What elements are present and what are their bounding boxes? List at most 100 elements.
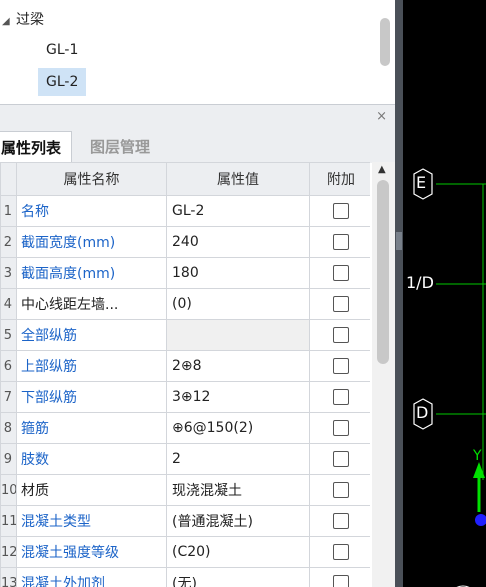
property-value[interactable]: 2⊕8 (166, 350, 310, 382)
property-name: 截面高度(mm) (16, 257, 167, 289)
extra-cell (309, 443, 370, 475)
extra-cell (309, 412, 370, 444)
row-index: 2 (0, 226, 17, 258)
property-row[interactable]: 1 名称 GL-2 (0, 195, 370, 227)
extra-checkbox[interactable] (333, 513, 349, 529)
property-row[interactable]: 8 箍筋 ⊕6@150(2) (0, 412, 370, 444)
tree-node-parent[interactable]: ◢ 过梁 (2, 6, 44, 34)
close-panel-icon[interactable]: × (376, 109, 387, 124)
collapse-triangle-icon[interactable]: ◢ (2, 8, 16, 36)
extra-checkbox[interactable] (333, 265, 349, 281)
ucs-origin-icon (475, 514, 486, 526)
row-index: 9 (0, 443, 17, 475)
property-row[interactable]: 2 截面宽度(mm) 240 (0, 226, 370, 258)
extra-cell (309, 226, 370, 258)
property-value[interactable] (166, 319, 310, 351)
header-property-value: 属性值 (166, 162, 310, 196)
property-name: 下部纵筋 (16, 381, 167, 413)
property-row[interactable]: 13 混凝土外加剂 (无) (0, 567, 370, 587)
extra-checkbox[interactable] (333, 451, 349, 467)
property-name: 箍筋 (16, 412, 167, 444)
extra-cell (309, 257, 370, 289)
property-name: 混凝土外加剂 (16, 567, 167, 587)
property-row[interactable]: 6 上部纵筋 2⊕8 (0, 350, 370, 382)
extra-cell (309, 319, 370, 351)
ucs-y-label: Y (473, 448, 482, 464)
extra-checkbox[interactable] (333, 203, 349, 219)
panel-splitter[interactable] (395, 0, 403, 587)
extra-checkbox[interactable] (333, 482, 349, 498)
row-index: 12 (0, 536, 17, 568)
row-index: 13 (0, 567, 17, 587)
splitter-grip-icon[interactable] (396, 232, 402, 250)
property-row[interactable]: 10 材质 现浇混凝土 (0, 474, 370, 506)
property-row[interactable]: 12 混凝土强度等级 (C20) (0, 536, 370, 568)
property-value[interactable]: 240 (166, 226, 310, 258)
property-row[interactable]: 5 全部纵筋 (0, 319, 370, 351)
property-name: 材质 (16, 474, 167, 506)
scroll-up-arrow-icon[interactable]: ▲ (378, 164, 386, 175)
property-row[interactable]: 3 截面高度(mm) 180 (0, 257, 370, 289)
axis-grid-drawing (413, 168, 486, 587)
tab-layer-management[interactable]: 图层管理 (80, 131, 160, 163)
row-index: 4 (0, 288, 17, 320)
tree-scrollbar-thumb[interactable] (380, 18, 390, 66)
extra-checkbox[interactable] (333, 544, 349, 560)
property-value[interactable]: 180 (166, 257, 310, 289)
axis-label-1d: 1/D (406, 273, 434, 292)
property-header-row: 属性名称 属性值 附加 (0, 162, 370, 196)
extra-cell (309, 474, 370, 506)
property-name: 中心线距左墙... (16, 288, 167, 320)
property-name: 混凝土强度等级 (16, 536, 167, 568)
property-row[interactable]: 11 混凝土类型 (普通混凝土) (0, 505, 370, 537)
component-tree: ◢ 过梁 GL-1 GL-2 (0, 0, 395, 104)
row-index: 6 (0, 350, 17, 382)
property-name: 混凝土类型 (16, 505, 167, 537)
property-name: 上部纵筋 (16, 350, 167, 382)
extra-checkbox[interactable] (333, 296, 349, 312)
row-index: 5 (0, 319, 17, 351)
property-scrollbar-thumb[interactable] (377, 180, 389, 364)
extra-cell (309, 288, 370, 320)
property-grid: 属性名称 属性值 附加 1 名称 GL-2 2 截面宽度(mm) 240 3 截面高度(mm)… (0, 162, 370, 587)
tree-node-parent-label: 过梁 (16, 12, 44, 28)
extra-cell (309, 381, 370, 413)
tab-property-list[interactable]: 属性列表 (0, 131, 73, 164)
header-extra: 附加 (309, 162, 370, 196)
extra-cell (309, 505, 370, 537)
extra-checkbox[interactable] (333, 234, 349, 250)
property-name: 肢数 (16, 443, 167, 475)
axis-label-e: E (416, 173, 427, 192)
extra-checkbox[interactable] (333, 327, 349, 343)
property-scrollbar[interactable]: ▲ (372, 162, 395, 587)
property-value[interactable]: 现浇混凝土 (166, 474, 310, 506)
extra-checkbox[interactable] (333, 575, 349, 587)
panel-tab-bar: × 属性列表 图层管理 (0, 104, 395, 164)
property-value[interactable]: ⊕6@150(2) (166, 412, 310, 444)
tree-node-gl-1[interactable]: GL-1 (38, 36, 86, 64)
property-name: 截面宽度(mm) (16, 226, 167, 258)
property-value[interactable]: 2 (166, 443, 310, 475)
property-value[interactable]: (无) (166, 567, 310, 587)
property-value[interactable]: (普通混凝土) (166, 505, 310, 537)
property-row[interactable]: 4 中心线距左墙... (0) (0, 288, 370, 320)
header-index (0, 162, 17, 196)
drawing-canvas[interactable]: E 1/D D Y (403, 0, 486, 587)
extra-cell (309, 536, 370, 568)
extra-checkbox[interactable] (333, 358, 349, 374)
extra-checkbox[interactable] (333, 420, 349, 436)
row-index: 7 (0, 381, 17, 413)
property-value[interactable]: 3⊕12 (166, 381, 310, 413)
row-index: 10 (0, 474, 17, 506)
property-value[interactable]: GL-2 (166, 195, 310, 227)
property-row[interactable]: 7 下部纵筋 3⊕12 (0, 381, 370, 413)
extra-checkbox[interactable] (333, 389, 349, 405)
row-index: 11 (0, 505, 17, 537)
row-index: 3 (0, 257, 17, 289)
property-row[interactable]: 9 肢数 2 (0, 443, 370, 475)
extra-cell (309, 195, 370, 227)
property-value[interactable]: (C20) (166, 536, 310, 568)
tree-node-gl-2[interactable]: GL-2 (38, 68, 87, 96)
extra-cell (309, 350, 370, 382)
property-value[interactable]: (0) (166, 288, 310, 320)
